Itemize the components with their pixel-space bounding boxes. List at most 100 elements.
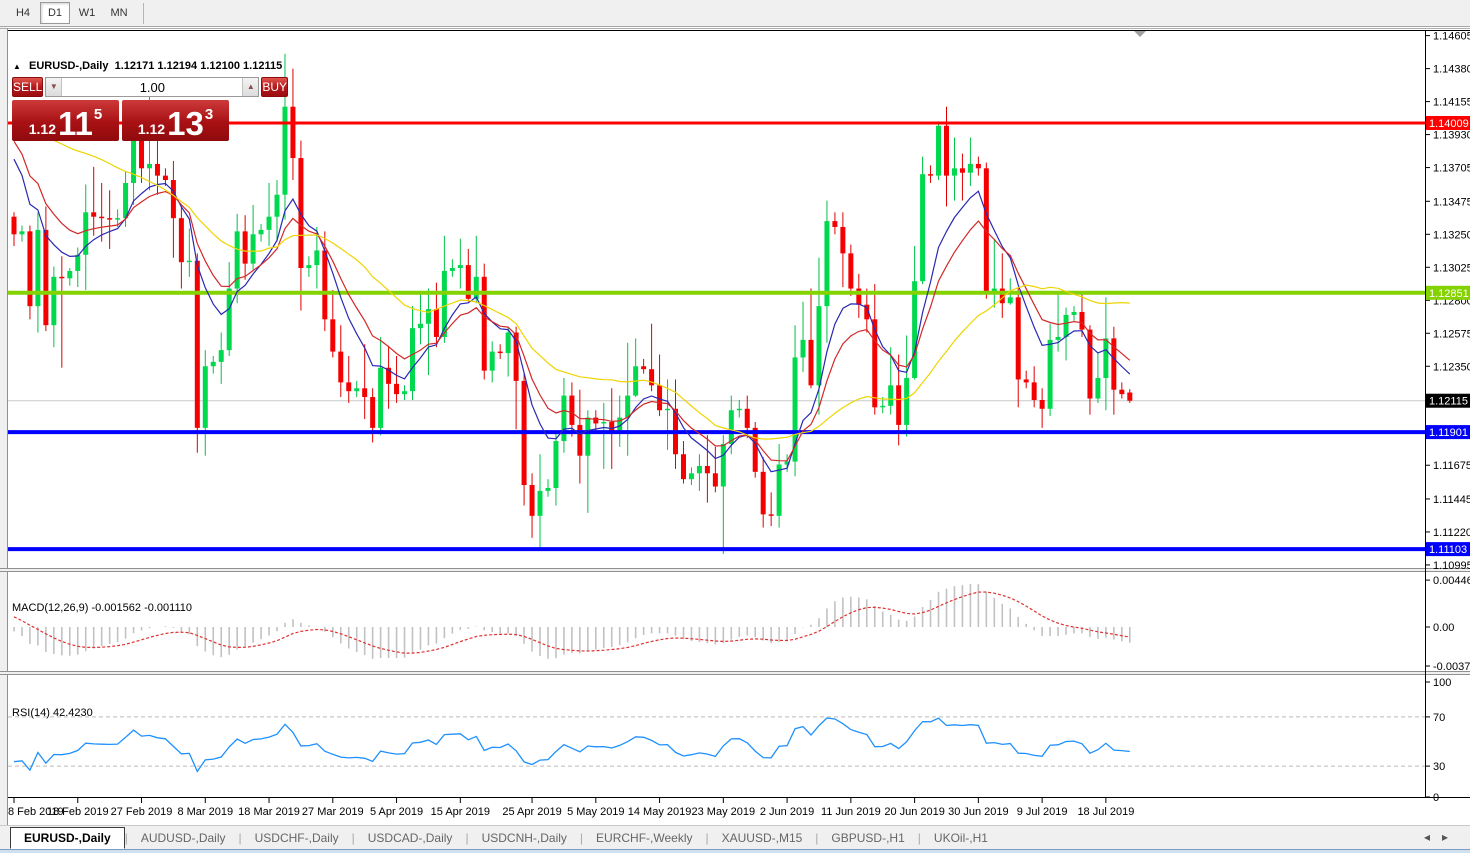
candle-body	[904, 378, 909, 425]
candle-body	[816, 306, 821, 385]
candle-body	[553, 441, 558, 488]
axis-label: 23 May 2019	[692, 806, 756, 818]
candle-body	[99, 217, 104, 218]
candle-body	[187, 261, 192, 262]
rsi-indicator-label: RSI(14) 42.4230	[12, 707, 93, 719]
candle-body	[59, 277, 64, 278]
macd-indicator-label: MACD(12,26,9) -0.001562 -0.001110	[12, 602, 192, 614]
candle-body	[689, 473, 694, 479]
axis-label: 9 Jul 2019	[1017, 806, 1068, 818]
axis-label: 1.14605	[1433, 31, 1470, 43]
candle-body	[275, 195, 280, 217]
chart-symbol-line: ▲ EURUSD-,Daily 1.12171 1.12194 1.12100 …	[13, 60, 282, 72]
candle-body	[569, 396, 574, 425]
candle-body	[306, 265, 311, 268]
tab-gbpusd-h1[interactable]: GBPUSD-,H1	[818, 828, 917, 848]
candle-body	[801, 340, 806, 358]
left-border-strip	[0, 27, 7, 825]
candle-body	[19, 231, 24, 234]
candle-body	[625, 396, 630, 418]
candle-body	[1064, 315, 1069, 337]
tab-usdcad-daily[interactable]: USDCAD-,Daily	[355, 828, 466, 848]
buy-price-box[interactable]: 1.12 13 3	[122, 100, 229, 141]
candle-body	[745, 409, 750, 428]
axis-label: 0	[1433, 792, 1439, 804]
symbol-tabbar: EURUSD-,Daily|AUDUSD-,Daily|USDCHF-,Dail…	[0, 825, 1470, 849]
candle-body	[769, 514, 774, 515]
one-click-trading-panel: SELL ▼ ▲ BUY 1.12 11 5 1.12 13 3	[12, 77, 231, 141]
candle-body	[75, 255, 80, 271]
timeframe-button-h4[interactable]: H4	[8, 2, 38, 24]
axis-label: 1.13930	[1433, 130, 1470, 142]
candle-body	[665, 409, 670, 410]
chart-collapse-icon[interactable]: ▲	[13, 62, 21, 71]
sell-price-box[interactable]: 1.12 11 5	[12, 100, 119, 141]
candle-body	[888, 385, 893, 406]
axis-label: 100	[1433, 677, 1451, 689]
mt4-window: H4D1W1MN 1.146051.143801.141551.139301.1…	[0, 0, 1470, 853]
chart-canvas[interactable]: 1.146051.143801.141551.139301.137051.134…	[0, 27, 1470, 825]
axis-label: 27 Mar 2019	[302, 806, 364, 818]
candle-body	[761, 472, 766, 515]
tab-eurusd-daily[interactable]: EURUSD-,Daily	[10, 827, 125, 849]
sell-button[interactable]: SELL	[12, 77, 43, 97]
candle-body	[545, 488, 550, 491]
tab-usdcnh-daily[interactable]: USDCNH-,Daily	[469, 828, 580, 848]
candle-body	[450, 268, 455, 271]
volume-increase-icon[interactable]: ▲	[242, 78, 258, 96]
candle-body	[1056, 337, 1061, 340]
axis-label: 18 Jul 2019	[1077, 806, 1134, 818]
candle-body	[697, 466, 702, 473]
sell-price-prefix: 1.12	[29, 122, 56, 136]
candle-body	[530, 485, 535, 516]
candle-body	[936, 126, 941, 176]
candle-body	[506, 333, 511, 354]
candle-body	[577, 425, 582, 456]
volume-stepper: ▼ ▲	[45, 77, 259, 97]
buy-button[interactable]: BUY	[261, 77, 288, 97]
volume-decrease-icon[interactable]: ▼	[46, 78, 62, 96]
candle-body	[753, 428, 758, 472]
candle-body	[243, 231, 248, 263]
candle-body	[314, 250, 319, 265]
tabbar-scroll-arrows[interactable]: ◂▸	[1424, 830, 1460, 844]
axis-label: 1.11220	[1433, 527, 1470, 539]
buy-price-prefix: 1.12	[138, 122, 165, 136]
tab-audusd-daily[interactable]: AUDUSD-,Daily	[128, 828, 239, 848]
axis-label: 11 Jun 2019	[821, 806, 881, 818]
candle-body	[267, 217, 272, 230]
candle-body	[362, 388, 367, 397]
sell-price-sup: 5	[94, 106, 102, 123]
axis-label: 1.12851	[1429, 288, 1469, 300]
timeframe-button-mn[interactable]: MN	[104, 2, 134, 24]
axis-label: 1.13025	[1433, 262, 1470, 274]
tab-ukoil-h1[interactable]: UKOil-,H1	[921, 828, 1001, 848]
axis-label: 70	[1433, 712, 1445, 724]
candle-body	[601, 422, 606, 423]
chart-background	[0, 27, 1470, 825]
candle-body	[960, 168, 965, 172]
candle-body	[1103, 338, 1108, 378]
axis-label: 1.14380	[1433, 64, 1470, 76]
candle-body	[290, 107, 295, 158]
candle-body	[1127, 393, 1132, 401]
candle-body	[354, 388, 359, 391]
candle-body	[713, 473, 718, 486]
sell-price-big: 11	[58, 110, 93, 138]
candle-body	[298, 158, 303, 268]
volume-input[interactable]	[62, 78, 242, 96]
candle-body	[123, 183, 128, 218]
timeframe-button-d1[interactable]: D1	[40, 2, 70, 24]
tab-usdchf-daily[interactable]: USDCHF-,Daily	[242, 828, 352, 848]
candle-body	[442, 271, 447, 337]
candle-body	[1087, 330, 1092, 399]
candle-body	[1048, 340, 1053, 409]
tab-xauusd-m15[interactable]: XAUUSD-,M15	[709, 828, 816, 848]
tab-eurchf-weekly[interactable]: EURCHF-,Weekly	[583, 828, 705, 848]
axis-label: 1.13475	[1433, 196, 1470, 208]
candle-body	[139, 139, 144, 168]
candle-body	[91, 212, 96, 216]
timeframe-button-w1[interactable]: W1	[72, 2, 102, 24]
candle-body	[880, 406, 885, 407]
axis-label: 1.14009	[1429, 118, 1469, 130]
